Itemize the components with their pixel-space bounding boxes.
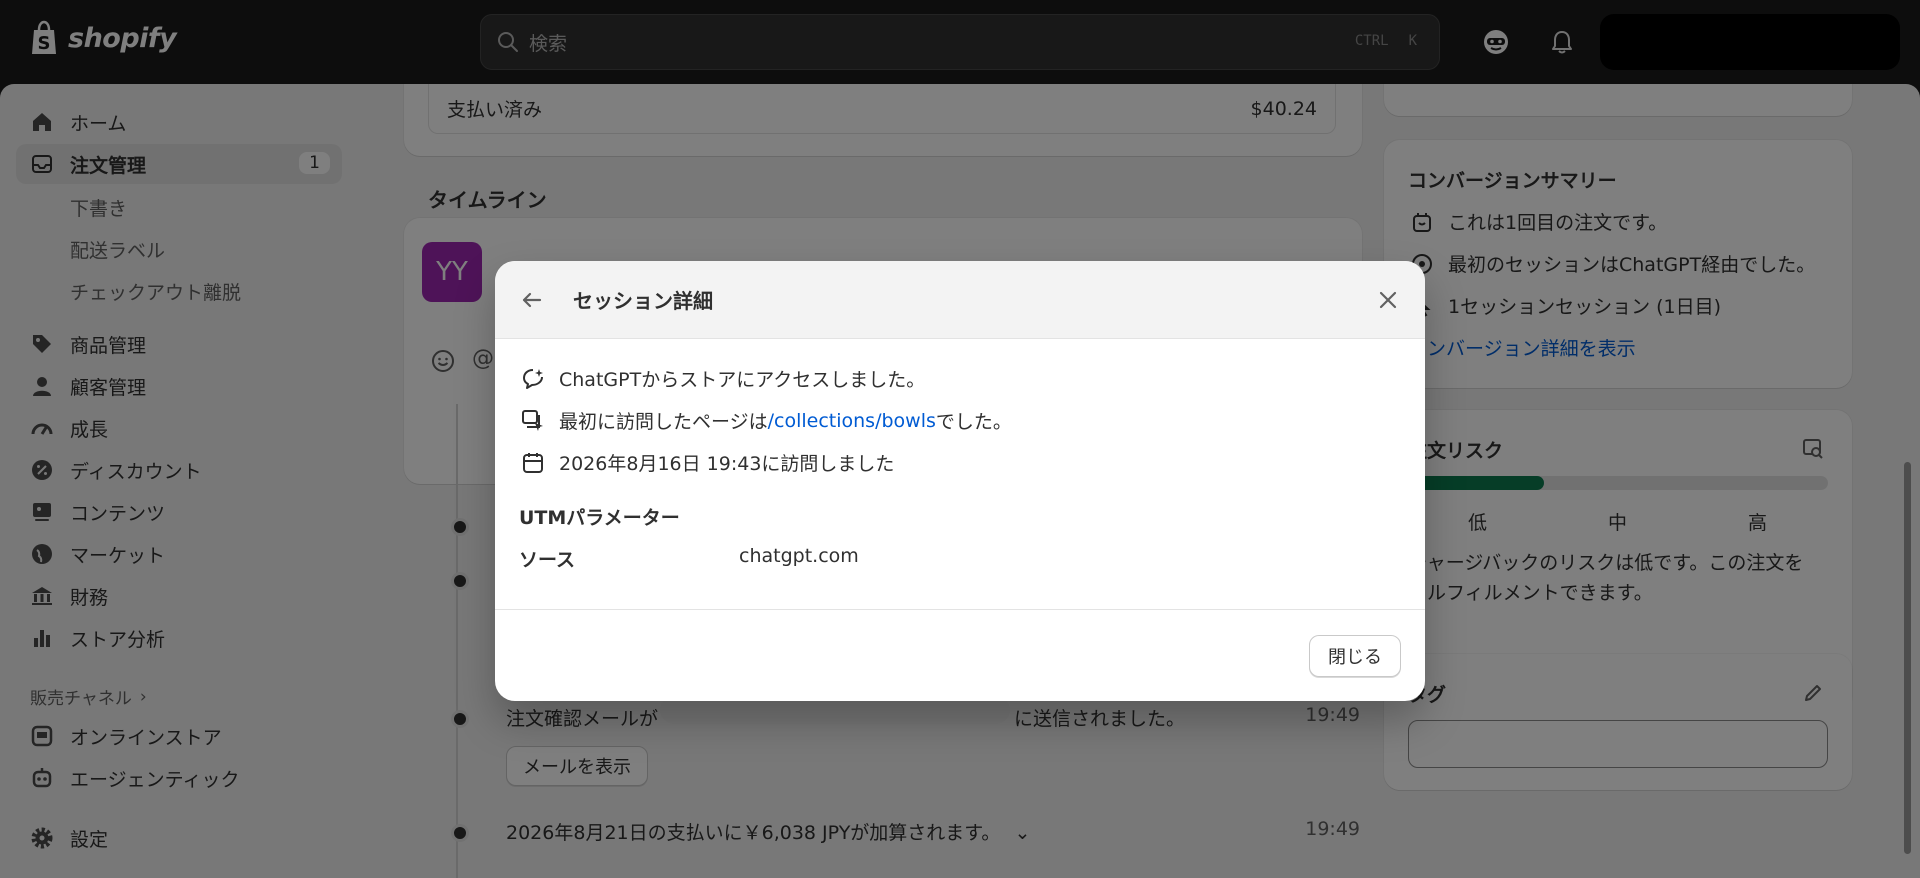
- modal-footer: 閉じる: [495, 609, 1425, 701]
- chat-sparkle-icon: [523, 368, 543, 389]
- visit-date-row: 2026年8月16日 19:43に訪問しました: [521, 449, 894, 476]
- landing-page-row: 最初に訪問したページは/collections/bowls でした。: [521, 407, 1012, 434]
- visit-date-text: 2026年8月16日 19:43に訪問しました: [559, 453, 895, 475]
- utm-title: UTMパラメーター: [519, 507, 680, 529]
- landing-page-prefix: 最初に訪問したページは: [559, 411, 768, 433]
- arrow-left-icon[interactable]: [519, 287, 545, 313]
- modal-header: セッション詳細: [495, 261, 1425, 339]
- close-button[interactable]: 閉じる: [1309, 635, 1401, 677]
- utm-source-value: chatgpt.com: [739, 545, 859, 567]
- close-icon[interactable]: [1375, 287, 1401, 313]
- landing-page-suffix: でした。: [935, 411, 1012, 433]
- pages-cursor-icon: [522, 409, 543, 431]
- session-source-text: ChatGPTからストアにアクセスしました。: [559, 369, 926, 391]
- landing-page-link[interactable]: /collections/bowls: [768, 410, 936, 432]
- modal-title: セッション詳細: [573, 289, 713, 313]
- session-source-row: ChatGPTからストアにアクセスしました。: [521, 365, 925, 392]
- utm-source-label: ソース: [519, 549, 576, 571]
- session-details-modal: セッション詳細 ChatGPTからストアにアクセスしました。 最初に訪問したペー…: [495, 261, 1425, 701]
- calendar-icon: [523, 452, 543, 473]
